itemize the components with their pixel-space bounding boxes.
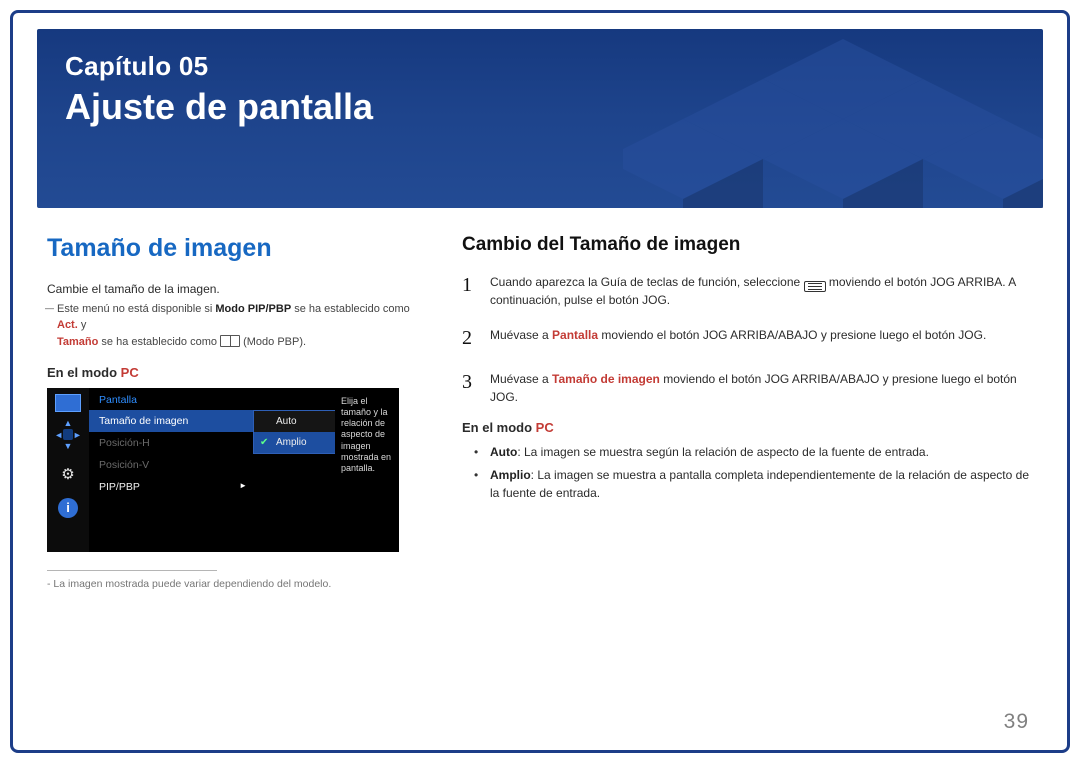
options-list: Auto: La imagen se muestra según la rela… bbox=[462, 443, 1033, 503]
chapter-hero: Capítulo 05 Ajuste de pantalla bbox=[37, 29, 1043, 208]
step-2: 2 Muévase a Pantalla moviendo el botón J… bbox=[462, 323, 1033, 353]
intro-text: Cambie el tamaño de la imagen. bbox=[47, 281, 432, 298]
osd-item: Posición-V bbox=[89, 454, 253, 476]
dpad-icon: ▲ ◄► ▼ bbox=[54, 418, 82, 452]
osd-item-selected: Tamaño de imagen bbox=[89, 410, 253, 432]
list-item: Amplio: La imagen se muestra a pantalla … bbox=[480, 466, 1033, 503]
monitor-icon bbox=[55, 394, 81, 412]
subsection-heading: Cambio del Tamaño de imagen bbox=[462, 234, 1033, 256]
pbp-mode-icon bbox=[220, 335, 240, 347]
step-number: 2 bbox=[462, 323, 476, 353]
step-number: 1 bbox=[462, 270, 476, 309]
osd-item: Posición-H bbox=[89, 432, 253, 454]
osd-menu: Pantalla Tamaño de imagen Posición-H Pos… bbox=[89, 388, 253, 552]
page-number: 39 bbox=[1004, 710, 1029, 734]
mode-header-left: En el modo PC bbox=[47, 365, 432, 380]
gear-icon: ⚙ bbox=[56, 462, 80, 486]
footnote-divider bbox=[47, 570, 217, 571]
menu-icon bbox=[804, 281, 826, 292]
info-icon: i bbox=[58, 498, 78, 518]
mode-header-right: En el modo PC bbox=[462, 420, 1033, 435]
section-heading: Tamaño de imagen bbox=[47, 234, 432, 263]
osd-screenshot: ▲ ◄► ▼ ⚙ i Pantalla Tamaño de imagen Pos… bbox=[47, 388, 399, 552]
step-3: 3 Muévase a Tamaño de imagen moviendo el… bbox=[462, 367, 1033, 406]
osd-description: Elija el tamaño y la relación de aspecto… bbox=[335, 388, 399, 552]
osd-sidebar: ▲ ◄► ▼ ⚙ i bbox=[47, 388, 89, 552]
osd-menu-title: Pantalla bbox=[89, 388, 253, 410]
page-frame: Capítulo 05 Ajuste de pantalla Tamaño de… bbox=[10, 10, 1070, 753]
hero-decoration bbox=[623, 29, 1043, 208]
footnote-text: - La imagen mostrada puede variar depend… bbox=[47, 577, 432, 592]
osd-item: PIP/PBP bbox=[89, 476, 253, 498]
list-item: Auto: La imagen se muestra según la rela… bbox=[480, 443, 1033, 462]
step-1: 1 Cuando aparezca la Guía de teclas de f… bbox=[462, 270, 1033, 309]
note-text: Este menú no está disponible si Modo PIP… bbox=[47, 302, 432, 350]
step-number: 3 bbox=[462, 367, 476, 406]
